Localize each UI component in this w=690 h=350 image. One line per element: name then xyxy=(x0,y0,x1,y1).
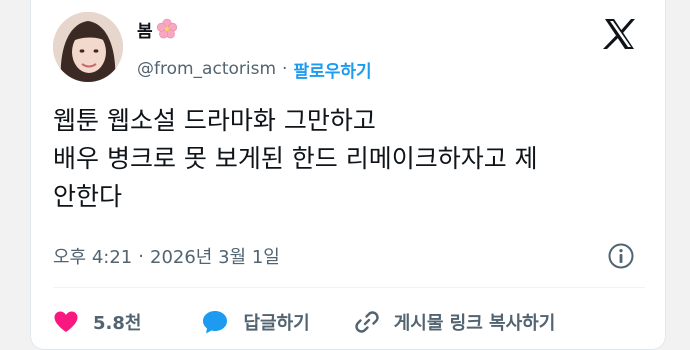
post-date: 2026년 3월 1일 xyxy=(150,247,280,268)
action-bar: 5.8천 답글하기 게시물 링크 복사하기 xyxy=(53,306,555,338)
link-icon xyxy=(355,311,379,333)
follow-button[interactable]: 팔로우하기 xyxy=(293,57,371,82)
display-name[interactable]: 봄 xyxy=(137,17,153,42)
speech-bubble-icon xyxy=(203,311,228,334)
avatar-photo xyxy=(53,12,123,82)
post-time: 오후 4:21 xyxy=(53,247,133,268)
cherry-blossom-icon xyxy=(156,18,177,39)
tweet-text-line: 안한다 xyxy=(53,182,123,211)
tweet-text-line: 웹툰 웹소설 드라마화 그만하고 xyxy=(53,106,376,135)
tweet-text: 웹툰 웹소설 드라마화 그만하고 배우 병크로 못 보게된 한드 리메이크하자고… xyxy=(53,102,653,216)
separator-dot: · xyxy=(282,59,288,79)
author-handle-row: @from_actorism · 팔로우하기 xyxy=(137,54,372,84)
copy-link-button[interactable]: 게시물 링크 복사하기 xyxy=(354,309,556,335)
heart-icon xyxy=(54,311,78,332)
reply-button[interactable]: 답글하기 xyxy=(201,309,310,335)
author-handle[interactable]: @from_actorism xyxy=(137,59,276,79)
info-icon[interactable] xyxy=(607,242,635,270)
tweet-card: 봄 @from_actorism · 팔로우하기 웹툰 웹소설 드라마화 그만하… xyxy=(30,0,666,350)
like-count: 5.8천 xyxy=(93,313,142,334)
x-logo-icon[interactable] xyxy=(601,16,637,52)
avatar[interactable] xyxy=(53,12,123,82)
tweet-text-line: 배우 병크로 못 보게된 한드 리메이크하자고 제 xyxy=(53,144,538,173)
divider xyxy=(53,287,645,288)
copy-link-label: 게시물 링크 복사하기 xyxy=(393,313,556,334)
separator-dot: · xyxy=(138,245,144,267)
like-button[interactable]: 5.8천 xyxy=(53,309,141,335)
tweet-timestamp[interactable]: 오후 4:21 · 2026년 3월 1일 xyxy=(53,240,280,272)
reply-label: 답글하기 xyxy=(243,313,310,334)
author-name-row: 봄 xyxy=(137,13,178,45)
